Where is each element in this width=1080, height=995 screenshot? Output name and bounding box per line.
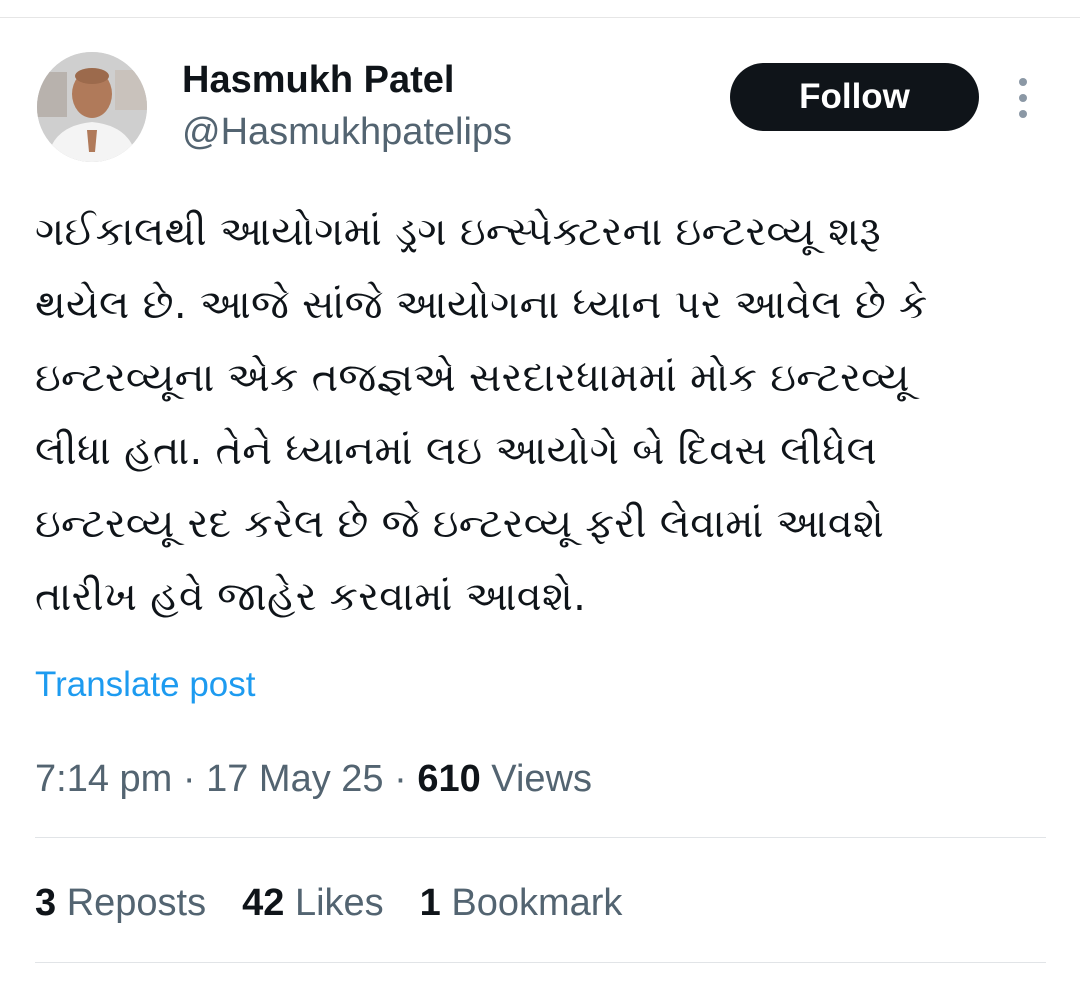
bookmarks-stat[interactable]: 1 Bookmark [420,880,623,926]
author-handle[interactable]: @Hasmukhpatelips [182,110,512,154]
tweet-date[interactable]: 17 May 25 [206,758,383,800]
tweet-text: ગઈકાલથી આયોગમાં ડ્રગ ઇન્સ્પેક્ટરના ઇન્ટર… [35,209,928,620]
meta-separator: · [383,758,418,800]
avatar-photo-icon [37,52,147,162]
more-dot [1019,110,1027,118]
reposts-label: Reposts [56,882,207,924]
more-options-icon[interactable] [1008,78,1038,118]
views-count: 610 [417,758,481,800]
divider [35,962,1046,963]
avatar[interactable] [37,52,147,162]
reposts-count: 3 [35,882,57,924]
likes-count: 42 [242,882,285,924]
likes-stat[interactable]: 42 Likes [242,880,384,926]
follow-button[interactable]: Follow [730,63,979,131]
divider [35,837,1046,838]
more-dot [1019,94,1027,102]
views-label: Views [480,758,592,800]
translate-post-link[interactable]: Translate post [35,664,255,706]
meta-separator: · [172,758,207,800]
reposts-stat[interactable]: 3 Reposts [35,880,206,926]
top-divider [0,17,1080,18]
bookmarks-label: Bookmark [440,882,623,924]
engagement-stats: 3 Reposts 42 Likes 1 Bookmark [35,880,658,926]
author-name[interactable]: Hasmukh Patel [182,58,454,102]
more-dot [1019,78,1027,86]
tweet-time[interactable]: 7:14 pm [35,758,172,800]
likes-label: Likes [284,882,384,924]
tweet-meta: 7:14 pm · 17 May 25 · 610 Views [35,756,592,802]
bookmarks-count: 1 [419,882,441,924]
